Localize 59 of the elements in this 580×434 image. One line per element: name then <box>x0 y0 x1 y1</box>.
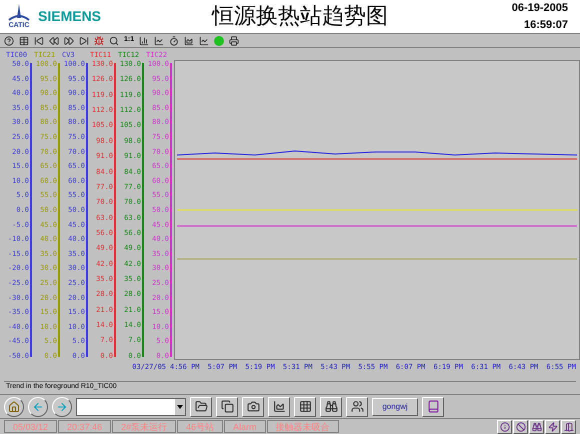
caret-icon <box>177 404 183 408</box>
tool-button[interactable] <box>216 396 238 416</box>
toolbar-icon[interactable] <box>109 36 119 46</box>
tool-button[interactable] <box>346 396 368 416</box>
status-cell: 20:37:46 <box>58 420 112 433</box>
toolbar-icon[interactable] <box>19 36 29 46</box>
tool-button[interactable] <box>242 396 264 416</box>
toolbar-icon[interactable] <box>154 36 164 46</box>
screen-dropdown[interactable] <box>76 398 186 416</box>
home-button[interactable] <box>4 396 24 416</box>
camera-icon <box>246 400 260 413</box>
back-button[interactable] <box>28 396 48 416</box>
status-cell: Alarm <box>224 420 266 433</box>
status-icon-button[interactable] <box>545 420 560 434</box>
status-icon-button[interactable] <box>513 420 528 434</box>
time-text: 16:59:07 <box>524 18 568 32</box>
forward-button[interactable] <box>52 396 72 416</box>
chart-icon <box>272 400 286 413</box>
status-icon-button[interactable] <box>497 420 512 434</box>
status-cell: 46号站 <box>177 420 224 433</box>
book-icon <box>426 400 440 413</box>
tool-button[interactable] <box>190 396 212 416</box>
status-icon-button[interactable] <box>561 420 576 434</box>
copy-icon <box>220 400 234 413</box>
info-icon <box>500 422 510 432</box>
status-cell: 05/03/12 <box>4 420 58 433</box>
binoculars-icon <box>324 400 338 413</box>
binoculars-icon <box>532 422 542 432</box>
home-icon <box>8 400 20 412</box>
toolbar-icon[interactable] <box>34 36 44 46</box>
door-icon <box>564 422 574 432</box>
ban-icon <box>516 422 526 432</box>
help-book-button[interactable] <box>422 396 444 416</box>
toolbar-icon[interactable] <box>49 36 59 46</box>
status-icon-button[interactable] <box>529 420 544 434</box>
print-icon[interactable] <box>229 36 240 46</box>
back-arrow-icon <box>32 400 44 412</box>
status-cell: 2#泵未运行 <box>112 420 176 433</box>
tool-button[interactable] <box>320 396 342 416</box>
toolbar-icon[interactable] <box>184 36 194 46</box>
toolbar-icon[interactable] <box>199 36 210 46</box>
users-icon <box>350 400 364 413</box>
toolbar-icon[interactable] <box>139 36 150 46</box>
page-title: 恒源换热站趋势图 <box>212 3 388 31</box>
toolbar-icon[interactable] <box>79 36 89 46</box>
status-cell: 接触器未吸合 <box>266 420 339 433</box>
forward-arrow-icon <box>56 400 68 412</box>
toolbar-icon[interactable] <box>169 36 180 46</box>
toolbar-icon[interactable] <box>64 36 74 46</box>
brand-name: SIEMENS <box>38 7 102 26</box>
toolbar-icon[interactable] <box>4 36 14 46</box>
lightning-icon <box>548 422 558 432</box>
tool-button[interactable] <box>268 396 290 416</box>
folder-icon <box>194 400 208 413</box>
grid-icon <box>298 400 312 413</box>
date-text: 06-19-2005 <box>512 1 568 16</box>
logo-icon <box>8 4 30 22</box>
user-button[interactable]: gongwj <box>372 398 418 416</box>
tool-button[interactable] <box>294 396 316 416</box>
